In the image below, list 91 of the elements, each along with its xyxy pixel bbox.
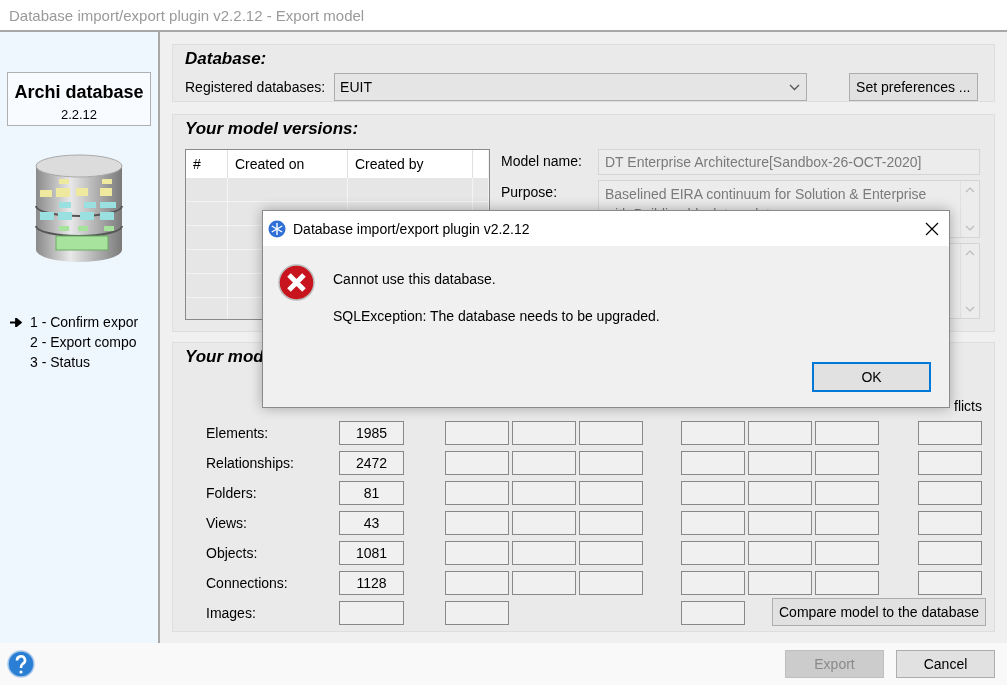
count-field [681,511,745,535]
count-field [748,541,812,565]
database-dropdown[interactable]: EUIT [334,73,808,101]
count-field [445,511,509,535]
row-label: Views: [206,514,248,533]
count-field [512,451,576,475]
row-label: Elements: [206,424,270,443]
cancel-button[interactable]: Cancel [896,650,995,678]
count-field [815,481,879,505]
count-field: 2472 [339,451,404,475]
row-label: Objects: [206,544,259,563]
count-field [748,481,812,505]
close-icon[interactable] [925,221,939,236]
row-label: Relationships: [206,454,295,473]
count-field [815,451,879,475]
count-field [748,571,812,595]
logo-title: Archi database [14,82,144,103]
step-label: 2 - Export compo [30,334,137,350]
count-field: 1985 [339,421,404,445]
count-field [681,481,745,505]
count-field [748,451,812,475]
help-icon[interactable] [7,650,35,678]
field-label: Purpose: [501,183,559,200]
step-label: 1 - Confirm expor [30,314,139,330]
count-field [579,541,643,565]
error-icon [278,264,315,301]
count-field [512,571,576,595]
count-field [681,541,745,565]
count-field [512,421,576,445]
count-field [748,511,812,535]
scroll-up-icon[interactable] [965,187,975,193]
count-field [512,481,576,505]
compare-button[interactable]: Compare model to the database [772,598,986,626]
scroll-down-icon[interactable] [965,306,975,312]
count-field [918,511,982,535]
model-name-field[interactable]: DT Enterprise Architecture[Sandbox-26-OCT-2020] [598,149,980,175]
count-field [815,541,879,565]
count-field [579,451,643,475]
count-field [748,421,812,445]
count-field [815,571,879,595]
count-field [579,481,643,505]
snowflake-icon [268,219,286,238]
count-field [815,421,879,445]
row-label: Connections: [206,574,289,593]
count-field [681,421,745,445]
count-field [815,511,879,535]
count-field: 1128 [339,571,404,595]
count-field [918,541,982,565]
column-header[interactable]: Created on [228,150,348,178]
count-field [445,541,509,565]
count-field [918,481,982,505]
count-field [918,571,982,595]
count-field [918,451,982,475]
count-field: 43 [339,511,404,535]
column-header[interactable]: # [186,150,228,178]
column-header: flicts [954,397,982,415]
count-field [512,541,576,565]
dialog-title: Database import/export plugin v2.2.12 [293,220,531,237]
step-label: 3 - Status [30,354,90,370]
count-field [445,601,509,625]
group-heading: Database: [185,49,267,69]
set-preferences-button[interactable]: Set preferences ... [849,73,978,101]
column-header[interactable]: Created by [348,150,473,178]
count-field [512,511,576,535]
scroll-down-icon[interactable] [965,225,975,231]
count-field [579,511,643,535]
ok-button[interactable]: OK [812,362,931,392]
field-label: Registered databases: [185,79,326,95]
row-label: Images: [206,604,257,623]
count-field [445,481,509,505]
logo-version: 2.2.12 [60,107,98,122]
error-message: Cannot use this database. [333,271,497,287]
count-field [579,571,643,595]
scroll-up-icon[interactable] [965,250,975,256]
chevron-down-icon [789,83,801,91]
count-field [445,571,509,595]
count-field [445,421,509,445]
count-field [681,601,745,625]
count-field [339,601,404,625]
group-heading: Your model versions: [185,119,359,139]
field-label: Model name: [501,152,583,169]
count-field [681,451,745,475]
count-field [681,571,745,595]
count-field [579,421,643,445]
error-detail: SQLException: The database needs to be upgraded. [333,308,660,324]
count-field: 1081 [339,541,404,565]
count-field [918,421,982,445]
window-title: Database import/export plugin v2.2.12 - Export model [9,6,365,24]
count-field [445,451,509,475]
row-label: Folders: [206,484,258,503]
count-field: 81 [339,481,404,505]
